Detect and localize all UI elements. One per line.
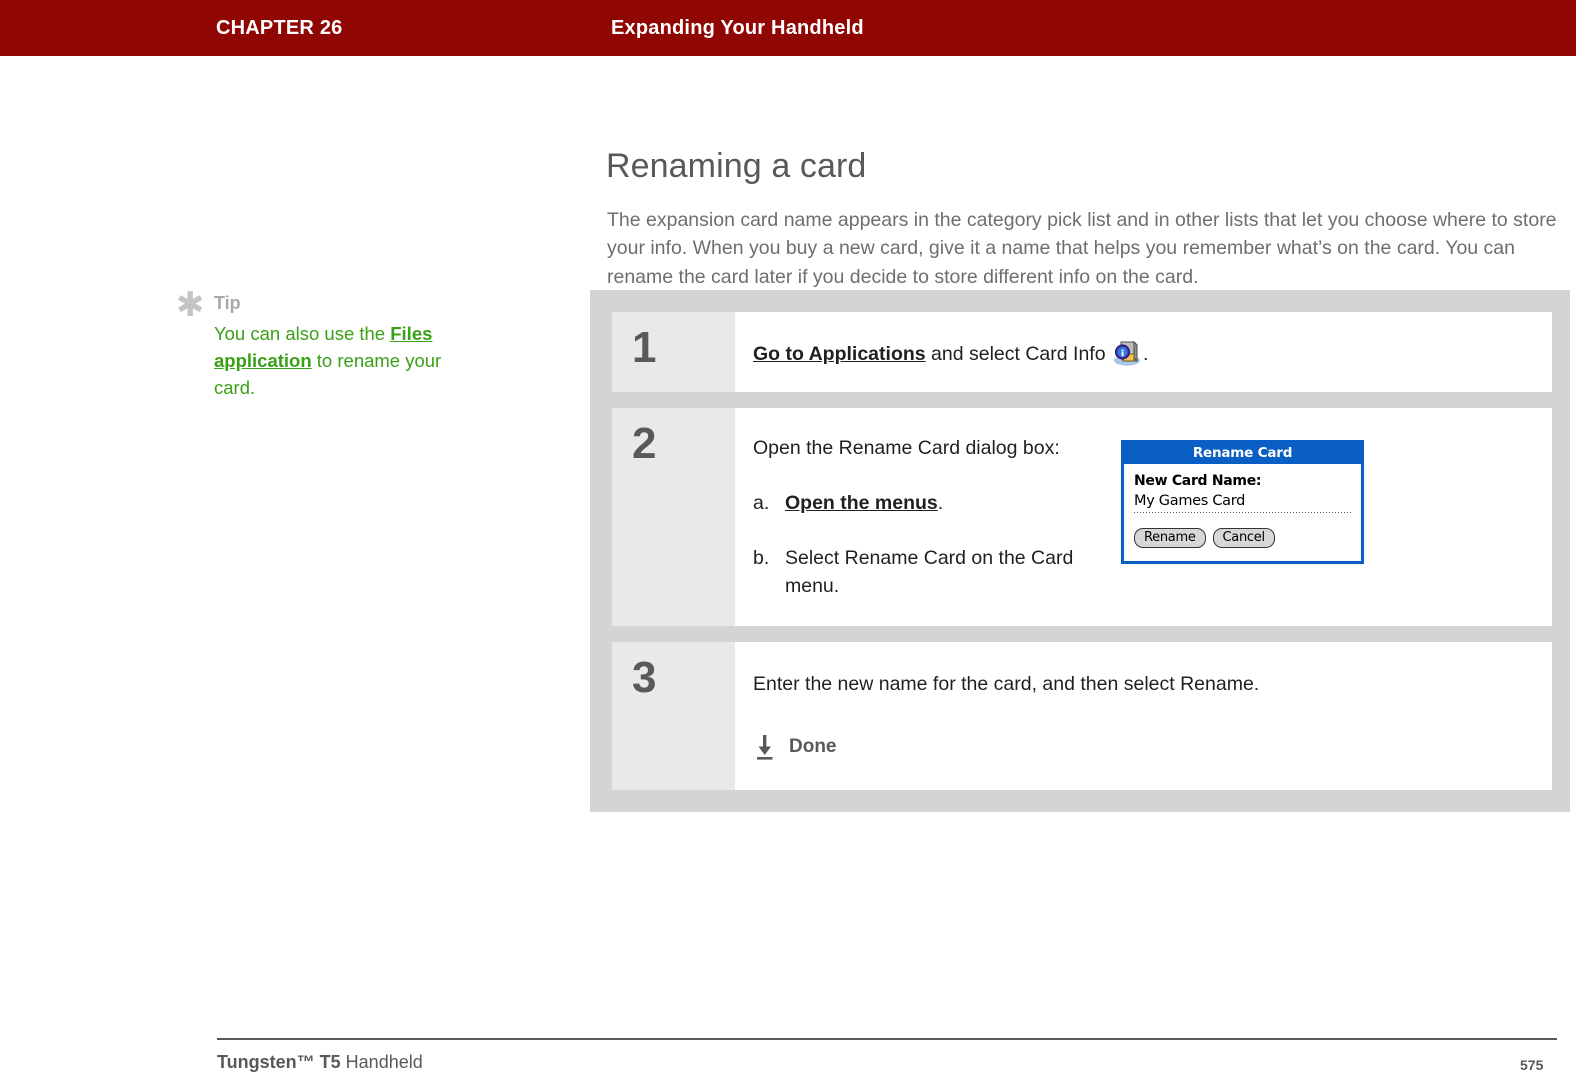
page-header-bar: CHAPTER 26 Expanding Your Handheld — [0, 0, 1576, 56]
step-1-text-after: and select Card Info — [925, 343, 1111, 365]
step-content: Open the Rename Card dialog box: a. Open… — [735, 408, 1552, 626]
footer-product-bold: Tungsten™ T5 — [217, 1052, 341, 1072]
go-to-applications-link[interactable]: Go to Applications — [753, 343, 926, 365]
asterisk-icon: ✱ — [176, 285, 205, 325]
cancel-button[interactable]: Cancel — [1212, 528, 1275, 548]
rename-card-dialog-body: New Card Name: My Games Card Rename Canc… — [1124, 464, 1361, 548]
substep-a-text: Open the menus. — [785, 489, 1083, 517]
substep-a: a. Open the menus. — [753, 489, 1083, 517]
down-arrow-icon — [753, 734, 777, 760]
intro-paragraph: The expansion card name appears in the c… — [607, 208, 1557, 288]
step-number: 2 — [632, 419, 657, 468]
done-label: Done — [789, 736, 837, 757]
new-card-name-label: New Card Name: — [1134, 473, 1262, 489]
step-number: 3 — [632, 653, 657, 702]
step-row: 3 Enter the new name for the card, and t… — [612, 642, 1552, 790]
page-number: 575 — [1520, 1057, 1544, 1073]
step-1-text: Go to Applications and select Card Info … — [753, 339, 1530, 368]
footer-divider — [217, 1038, 1557, 1040]
step-3-text: Enter the new name for the card, and the… — [753, 673, 1260, 695]
step-number: 1 — [632, 323, 657, 372]
substep-b: b. Select Rename Card on the Card menu. — [753, 544, 1083, 600]
rename-card-dialog: Rename Card New Card Name: My Games Card… — [1121, 440, 1364, 564]
new-card-name-field[interactable]: My Games Card — [1134, 492, 1351, 514]
steps-panel: 1 Go to Applications and select Card Inf… — [590, 290, 1570, 812]
rename-button[interactable]: Rename — [1134, 528, 1206, 548]
input-underline — [1134, 512, 1351, 513]
step-1-trailing-period: . — [1142, 343, 1149, 365]
new-card-name-value: My Games Card — [1134, 493, 1246, 509]
substep-a-trailing: . — [937, 492, 944, 514]
step-number-cell: 1 — [612, 312, 735, 392]
page-title: Renaming a card — [606, 146, 867, 185]
step-row: 1 Go to Applications and select Card Inf… — [612, 312, 1552, 392]
step-content: Enter the new name for the card, and the… — [735, 642, 1552, 790]
step-number-cell: 2 — [612, 408, 735, 626]
done-marker: Done — [753, 734, 1530, 760]
header-section-title: Expanding Your Handheld — [611, 17, 864, 39]
header-chapter-label: CHAPTER 26 — [216, 17, 343, 39]
open-the-menus-link[interactable]: Open the menus — [785, 492, 938, 514]
tip-label: Tip — [214, 293, 241, 313]
footer-product-rest: Handheld — [340, 1052, 423, 1072]
tip-text-before: You can also use the — [214, 323, 391, 344]
substep-b-text: Select Rename Card on the Card menu. — [785, 547, 1074, 597]
step-2-intro-text: Open the Rename Card dialog box: — [753, 437, 1060, 459]
step-number-cell: 3 — [612, 642, 735, 790]
footer-product-name: Tungsten™ T5 Handheld — [217, 1052, 423, 1073]
tip-body-text: You can also use the Files application t… — [214, 320, 476, 401]
step-2-instructions: Open the Rename Card dialog box: a. Open… — [753, 434, 1083, 606]
substep-a-marker: a. — [753, 492, 770, 514]
card-info-icon — [1112, 339, 1142, 367]
rename-card-dialog-buttons: Rename Cancel — [1134, 528, 1351, 548]
step-row: 2 Open the Rename Card dialog box: a. Op… — [612, 408, 1552, 626]
substep-b-marker: b. — [753, 547, 770, 569]
rename-card-dialog-title: Rename Card — [1124, 443, 1361, 464]
step-content: Go to Applications and select Card Info … — [735, 312, 1552, 392]
